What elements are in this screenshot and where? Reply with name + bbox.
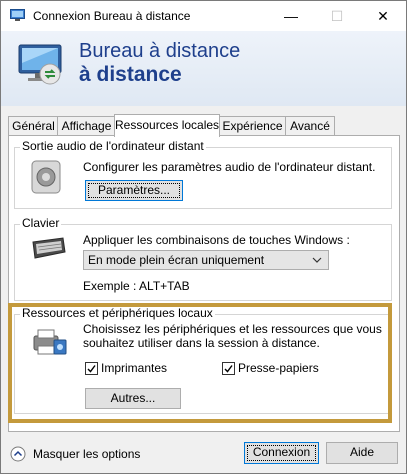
tab-display[interactable]: Affichage: [57, 116, 116, 135]
help-button-label: Aide: [349, 445, 375, 459]
remote-desktop-logo: [18, 44, 62, 85]
help-button[interactable]: Aide: [326, 442, 398, 464]
clipboard-label[interactable]: Presse-papiers: [238, 361, 319, 375]
local-resources-panel: Sortie audio de l'ordinateur distant Con…: [8, 135, 400, 432]
hide-options-link[interactable]: Masquer les options: [33, 447, 140, 461]
keyboard-icon: [32, 237, 66, 259]
keyboard-mode-select[interactable]: En mode plein écran uniquement: [83, 250, 329, 270]
brand-subtitle: à distance: [79, 63, 182, 86]
checkmark-icon: [224, 365, 233, 373]
audio-group-legend: Sortie audio de l'ordinateur distant: [20, 139, 206, 153]
printers-label[interactable]: Imprimantes: [101, 361, 167, 375]
tab-advanced[interactable]: Avancé: [285, 116, 335, 135]
tab-experience[interactable]: Expérience: [218, 116, 287, 135]
audio-description: Configurer les paramètres audio de l'ord…: [83, 160, 376, 174]
remote-desktop-window: Connexion Bureau à distance — ☐ ✕ Bureau…: [0, 0, 407, 474]
resources-description-line1: Choisissez les périphériques et les ress…: [83, 322, 382, 336]
tab-local-resources[interactable]: Ressources locales: [114, 114, 220, 137]
more-resources-label: Autres...: [110, 391, 156, 405]
brand-title: Bureau à distance: [79, 40, 241, 62]
keyboard-mode-value: En mode plein écran uniquement: [88, 253, 265, 267]
chevron-down-icon: [312, 257, 322, 263]
close-icon: ✕: [377, 7, 389, 24]
resources-group-legend: Ressources et périphériques locaux: [20, 306, 215, 320]
audio-settings-label: Paramètres...: [86, 181, 182, 200]
clipboard-checkbox[interactable]: [222, 362, 235, 375]
close-button[interactable]: ✕: [360, 1, 406, 31]
chevron-up-icon[interactable]: [10, 446, 26, 462]
window-title: Connexion Bureau à distance: [33, 9, 191, 23]
printers-checkbox[interactable]: [85, 362, 98, 375]
audio-group: [14, 147, 392, 209]
resources-description-line2: souhaitez utiliser dans la session à dis…: [83, 336, 320, 350]
checkmark-icon: [87, 365, 96, 373]
header-banner: Bureau à distance à distance: [1, 31, 406, 106]
connect-button-label: Connexion: [245, 443, 318, 463]
audio-settings-button[interactable]: Paramètres...: [85, 180, 183, 201]
printer-devices-icon: [33, 329, 67, 355]
remote-desktop-app-icon: [10, 9, 25, 21]
title-bar: Connexion Bureau à distance — ☐ ✕: [1, 1, 406, 31]
keyboard-description: Appliquer les combinaisons de touches Wi…: [83, 233, 350, 247]
minimize-icon: —: [284, 8, 298, 24]
tab-general[interactable]: Général: [8, 116, 59, 135]
more-resources-button[interactable]: Autres...: [85, 388, 181, 409]
minimize-button[interactable]: —: [268, 1, 314, 31]
connect-button[interactable]: Connexion: [244, 442, 319, 464]
keyboard-example: Exemple : ALT+TAB: [83, 279, 190, 293]
maximize-button: ☐: [314, 1, 360, 31]
maximize-icon: ☐: [330, 7, 344, 24]
keyboard-group-legend: Clavier: [20, 216, 62, 230]
speaker-icon: [31, 160, 61, 194]
